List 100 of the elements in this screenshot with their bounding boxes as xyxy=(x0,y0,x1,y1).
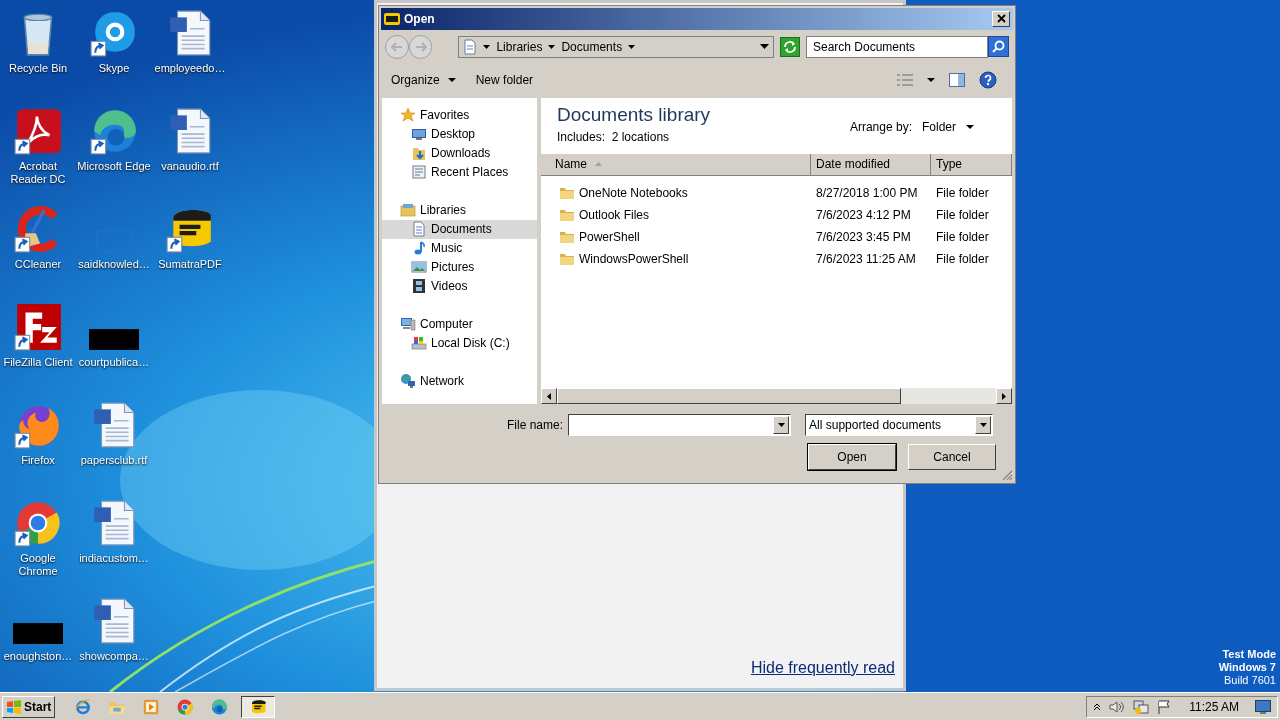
windows-flag-icon xyxy=(6,698,22,715)
flag-icon[interactable] xyxy=(1157,699,1172,714)
network-icon[interactable] xyxy=(1133,699,1150,714)
scroll-right-icon[interactable] xyxy=(1002,392,1006,400)
dropdown-arrow-icon[interactable] xyxy=(760,44,770,50)
dialog-button[interactable]: Open xyxy=(808,444,896,471)
navigation-item[interactable]: Favorites xyxy=(382,106,537,125)
navigation-item[interactable]: Documents xyxy=(382,220,537,239)
caret-icon[interactable] xyxy=(927,78,935,83)
desktop-icon-label: courtpublica… xyxy=(77,356,151,369)
address-bar[interactable]: Libraries Documents xyxy=(458,35,775,58)
start-button[interactable]: Start xyxy=(2,695,56,718)
dropdown-arrow-icon[interactable] xyxy=(777,423,785,428)
film-strip-icon xyxy=(411,278,427,295)
desktop-icon-label: FileZilla Client xyxy=(2,356,74,369)
app-icon xyxy=(384,12,400,25)
navigation-item[interactable]: Downloads xyxy=(382,144,537,163)
folder-icon xyxy=(559,229,575,245)
navigation-item[interactable]: Network xyxy=(382,372,537,391)
desktop-icon-label: showcompa… xyxy=(78,650,150,663)
date-cell-text: 7/6/2023 11:25 AM xyxy=(815,251,917,268)
refresh-button[interactable] xyxy=(780,36,800,57)
navigation-item[interactable]: Libraries xyxy=(382,201,537,220)
clock[interactable]: 11:25 AM xyxy=(1189,697,1239,716)
column-header[interactable]: Name xyxy=(541,154,811,175)
search-icon xyxy=(992,40,1005,54)
search-field[interactable]: Search Documents xyxy=(806,35,988,58)
document-icon xyxy=(411,221,427,238)
search-button[interactable] xyxy=(988,36,1009,58)
picture-frame-icon xyxy=(411,259,427,276)
taskbar-button[interactable] xyxy=(241,695,276,718)
sort-arrow-icon xyxy=(595,162,602,167)
caret-icon[interactable] xyxy=(483,44,491,49)
desktop-icon-label: SumatraPDF xyxy=(157,258,223,271)
notice-text: Build 7601 xyxy=(1224,674,1276,687)
type-cell-text: File folder xyxy=(935,251,990,268)
notice-text: Test Mode xyxy=(1222,648,1276,661)
file-name-cell[interactable]: Outlook Files xyxy=(579,206,650,224)
caret-icon xyxy=(447,78,456,83)
dropdown-arrow-icon[interactable] xyxy=(979,423,987,428)
close-icon xyxy=(996,14,1006,24)
navigation-item[interactable]: Music xyxy=(382,239,537,258)
arrange-by-dropdown[interactable]: Folder xyxy=(922,118,974,136)
file-name-cell[interactable]: PowerShell xyxy=(579,228,640,246)
toolbar-button[interactable]: Organize xyxy=(391,71,456,90)
breadcrumb-item[interactable]: Libraries xyxy=(496,37,543,56)
pdf-reader-icon[interactable] xyxy=(13,106,63,156)
dialog-button[interactable]: Cancel xyxy=(908,444,996,471)
navigation-item[interactable]: Computer xyxy=(382,315,537,334)
folder-icon xyxy=(559,207,575,223)
show-desktop-icon[interactable] xyxy=(1255,699,1271,714)
desktop-icon-label: employeedo… xyxy=(153,62,227,75)
navigation-item[interactable]: Desktop xyxy=(382,125,537,144)
resize-grip-icon[interactable] xyxy=(1002,470,1013,481)
file-name-cell[interactable]: OneNote Notebooks xyxy=(579,184,688,202)
transfer-app-icon[interactable] xyxy=(13,302,63,352)
library-icon xyxy=(463,38,478,55)
caret-icon[interactable] xyxy=(628,44,636,49)
scroll-left-icon[interactable] xyxy=(547,392,551,400)
desktop-icon-label: Acrobat Reader DC xyxy=(9,160,67,186)
desktop-icon-label: Firefox xyxy=(20,454,56,467)
download-folder-icon xyxy=(411,145,427,162)
library-icon xyxy=(400,202,416,219)
caret-icon[interactable] xyxy=(548,44,556,49)
library-locations: Includes: 2 locations xyxy=(557,129,671,146)
close-button[interactable] xyxy=(992,10,1010,27)
hide-frequently-read-link[interactable]: Hide frequently read xyxy=(750,656,895,680)
column-header[interactable]: Date modified xyxy=(811,154,931,175)
desktop-icon-label: Skype xyxy=(97,62,131,75)
desktop-icon-label: indiacustom… xyxy=(78,552,150,565)
drive-icon xyxy=(411,335,427,352)
horizontal-scrollbar[interactable] xyxy=(541,388,1012,405)
folder-icon xyxy=(559,251,575,267)
column-header[interactable]: Type xyxy=(931,154,1012,175)
folder-icon xyxy=(559,185,575,201)
file-name-combo[interactable] xyxy=(568,414,792,437)
pdf-viewer-icon xyxy=(249,697,268,716)
toolbar-button[interactable]: New folder xyxy=(475,71,534,90)
file-name-cell[interactable]: WindowsPowerShell xyxy=(579,250,689,268)
speaker-icon[interactable] xyxy=(1109,699,1126,714)
back-arrow-icon xyxy=(390,41,403,52)
desktop-icon-label: enoughston… xyxy=(2,650,74,663)
chevron-up-icon[interactable] xyxy=(1093,702,1102,711)
desktop-icon-label: saidknowled… xyxy=(77,258,151,271)
breadcrumb-item[interactable]: Documents xyxy=(561,37,623,56)
file-name-label: File name: xyxy=(507,417,564,435)
caret-icon xyxy=(966,125,974,129)
file-type-dropdown[interactable]: All supported documents xyxy=(805,414,994,437)
library-title: Documents library xyxy=(557,104,711,126)
navigation-item[interactable]: Pictures xyxy=(382,258,537,277)
swirl-icon xyxy=(210,697,229,716)
globe-e-icon xyxy=(74,697,93,716)
desktop-icon-label: Google Chrome xyxy=(17,552,59,578)
navigation-item[interactable]: Local Disk (C:) xyxy=(382,334,537,353)
refresh-icon xyxy=(783,40,798,53)
preview-pane-icon[interactable] xyxy=(949,73,965,88)
navigation-item[interactable]: Recent Places xyxy=(382,163,537,182)
scrollbar-thumb[interactable] xyxy=(557,388,901,405)
navigation-item[interactable]: Videos xyxy=(382,277,537,296)
help-icon[interactable] xyxy=(979,71,997,90)
